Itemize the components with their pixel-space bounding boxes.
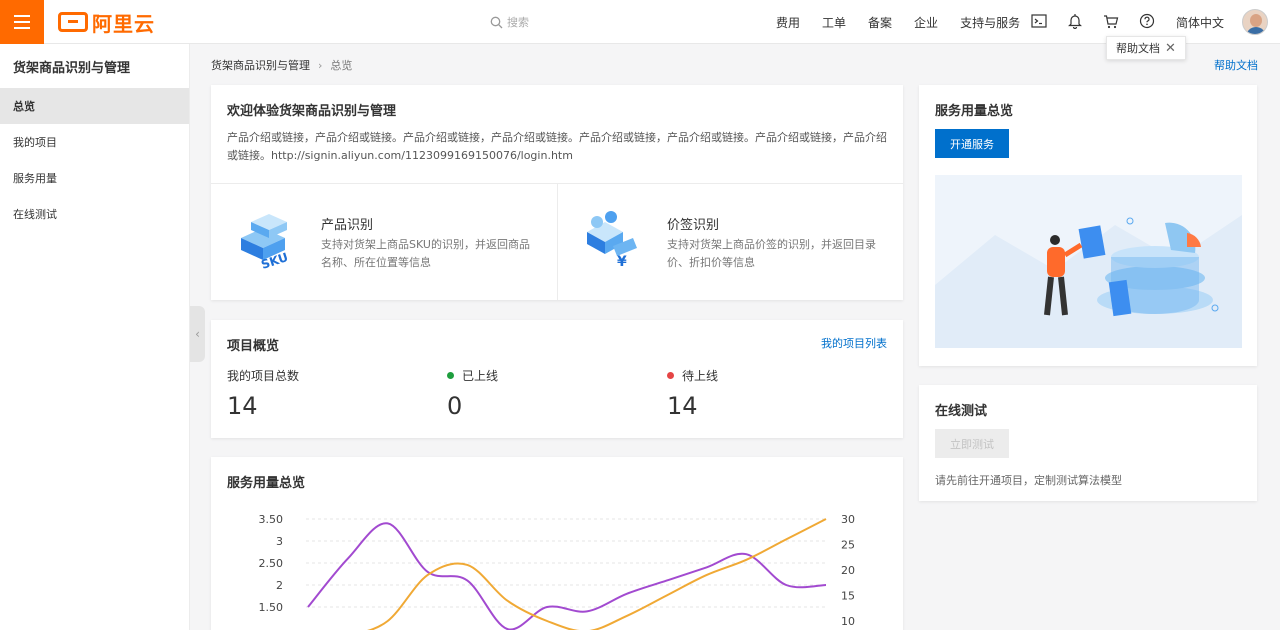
logo[interactable]: 阿里云 xyxy=(58,10,155,36)
feature-desc: 支持对货架上商品价签的识别，并返回目录价、折扣价等信息 xyxy=(667,238,876,269)
status-dot-red xyxy=(667,372,674,379)
sidebar-item-overview[interactable]: 总览 xyxy=(0,88,189,124)
stat-value: 14 xyxy=(667,392,698,420)
feature-price-tag-recognition[interactable]: ¥ 价签识别 支持对货架上商品价签的识别，并返回目录价、折扣价等信息 xyxy=(557,184,903,300)
breadcrumb-current: 总览 xyxy=(330,59,353,72)
right-axis-tick-label: 25 xyxy=(841,539,855,552)
help-docs-link[interactable]: 帮助文档 xyxy=(1214,57,1258,73)
online-test-card: 在线测试 立即测试 请先前往开通项目，定制测试算法模型 xyxy=(919,385,1257,501)
welcome-title: 欢迎体验货架商品识别与管理 xyxy=(227,104,397,119)
breadcrumb-parent[interactable]: 货架商品识别与管理 xyxy=(211,57,310,73)
my-project-list-link[interactable]: 我的项目列表 xyxy=(821,335,887,351)
sidebar: 货架商品识别与管理 总览 我的项目 服务用量 在线测试 xyxy=(0,44,190,630)
sku-icon: SKU xyxy=(241,214,290,270)
service-overview-card: 服务用量总览 开通服务 xyxy=(919,85,1257,366)
left-axis-tick-label: 2 xyxy=(276,579,283,592)
nav-item-enterprise[interactable]: 企业 xyxy=(914,14,938,31)
nav-item-icp[interactable]: 备案 xyxy=(868,14,892,31)
online-test-title: 在线测试 xyxy=(935,404,988,419)
help-tooltip: 帮助文档 ✕ xyxy=(1106,36,1186,60)
online-test-hint: 请先前往开通项目，定制测试算法模型 xyxy=(935,474,1122,487)
terminal-icon[interactable] xyxy=(1030,12,1048,30)
stat-total: 我的项目总数 14 xyxy=(227,367,299,420)
stat-online: 已上线 0 xyxy=(447,367,498,420)
search-box[interactable]: 搜索 xyxy=(490,14,529,30)
price-tag-icon: ¥ xyxy=(587,211,637,270)
search-icon xyxy=(490,16,503,28)
feature-name: 产品识别 xyxy=(321,218,374,233)
cart-icon[interactable] xyxy=(1102,12,1120,30)
logo-text: 阿里云 xyxy=(92,11,155,36)
open-service-button[interactable]: 开通服务 xyxy=(935,129,1009,158)
search-placeholder: 搜索 xyxy=(507,16,529,29)
sidebar-item-online-test[interactable]: 在线测试 xyxy=(0,196,189,232)
chevron-left-icon: ‹ xyxy=(195,327,200,341)
sidebar-item-service-usage[interactable]: 服务用量 xyxy=(0,160,189,196)
stat-value: 0 xyxy=(447,392,463,420)
right-axis-tick-label: 15 xyxy=(841,590,855,603)
tooltip-text: 帮助文档 xyxy=(1116,42,1161,55)
project-overview-title: 项目概览 xyxy=(227,339,280,354)
usage-line-chart: 3.50 3 2.50 2 1.50 30 25 20 15 10 xyxy=(259,513,855,630)
close-icon[interactable]: ✕ xyxy=(1165,41,1176,56)
status-dot-green xyxy=(447,372,454,379)
right-axis-tick-label: 30 xyxy=(841,513,855,526)
help-icon[interactable] xyxy=(1138,12,1156,30)
sidebar-item-my-projects[interactable]: 我的项目 xyxy=(0,124,189,160)
series-line-2 xyxy=(367,518,827,630)
feature-desc: 支持对货架上商品SKU的识别，并返回商品名称、所在位置等信息 xyxy=(321,238,530,269)
sidebar-title: 货架商品识别与管理 xyxy=(13,60,131,76)
collapse-sidebar-button[interactable]: ‹ xyxy=(190,306,205,362)
avatar[interactable] xyxy=(1242,9,1268,35)
nav-item-ticket[interactable]: 工单 xyxy=(822,14,846,31)
top-icons xyxy=(1030,12,1156,30)
nav-item-billing[interactable]: 费用 xyxy=(776,14,800,31)
project-overview-card: 项目概览 我的项目列表 我的项目总数 14 已上线 0 待上线 14 xyxy=(211,320,903,438)
logo-mark-icon xyxy=(58,12,88,32)
stat-label: 我的项目总数 xyxy=(227,369,300,383)
breadcrumb: 货架商品识别与管理 › 总览 xyxy=(211,57,352,73)
test-now-button[interactable]: 立即测试 xyxy=(935,429,1009,458)
feature-product-recognition[interactable]: SKU 产品识别 支持对货架上商品SKU的识别，并返回商品名称、所在位置等信息 xyxy=(211,184,557,300)
language-switch[interactable]: 简体中文 xyxy=(1176,14,1224,31)
stat-label: 已上线 xyxy=(462,369,499,383)
stat-pending: 待上线 14 xyxy=(667,367,718,420)
left-axis-tick-label: 2.50 xyxy=(259,557,284,570)
chevron-right-icon: › xyxy=(318,58,323,72)
nav-item-support[interactable]: 支持与服务 xyxy=(960,14,1020,31)
usage-chart-card: 服务用量总览 3.50 3 2.50 2 1.50 30 25 20 15 10 xyxy=(211,457,903,630)
stat-value: 14 xyxy=(227,392,258,420)
service-overview-title: 服务用量总览 xyxy=(935,104,1014,119)
left-axis-tick-label: 3.50 xyxy=(259,513,284,526)
service-illustration xyxy=(935,175,1242,348)
right-axis-tick-label: 10 xyxy=(841,615,855,628)
series-line-1 xyxy=(307,522,827,630)
feature-name: 价签识别 xyxy=(667,218,720,233)
right-axis-tick-label: 20 xyxy=(841,564,855,577)
left-axis-tick-label: 3 xyxy=(276,535,283,548)
top-nav: 费用 工单 备案 企业 支持与服务 xyxy=(776,0,1042,44)
welcome-card: 欢迎体验货架商品识别与管理 产品介绍或链接，产品介绍或链接。产品介绍或链接，产品… xyxy=(211,85,903,300)
top-bar: 阿里云 搜索 费用 工单 备案 企业 支持与服务 简体中文 xyxy=(0,0,1280,44)
left-axis-tick-label: 1.50 xyxy=(259,601,284,614)
welcome-desc: 产品介绍或链接，产品介绍或链接。产品介绍或链接，产品介绍或链接。产品介绍或链接，… xyxy=(227,131,887,162)
bell-icon[interactable] xyxy=(1066,12,1084,30)
stat-label: 待上线 xyxy=(682,369,719,383)
svg-text:¥: ¥ xyxy=(617,254,627,270)
menu-icon[interactable] xyxy=(0,0,44,44)
